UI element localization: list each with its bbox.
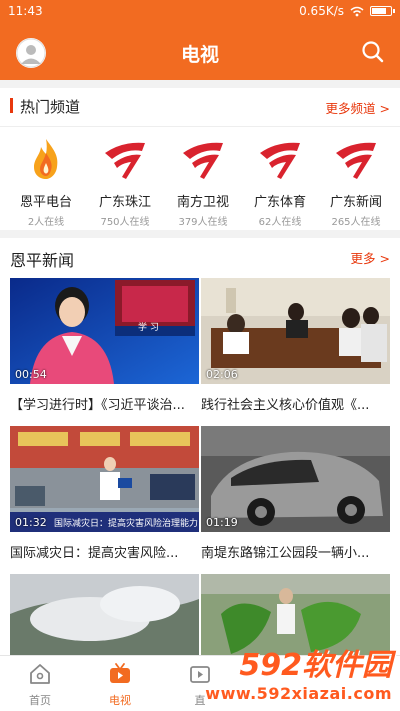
search-icon <box>362 41 384 63</box>
video-thumbnail: 02:06 <box>201 278 390 384</box>
news-card[interactable]: 01:19 南堤东路锦江公园段一辆小... <box>201 426 390 561</box>
channel-viewers: 265人在线 <box>331 217 381 228</box>
battery-icon <box>370 6 395 16</box>
channel-item[interactable]: 南方卫视 379人在线 <box>165 137 241 228</box>
live-icon <box>190 666 210 683</box>
thumb-caption: 学 习 <box>138 323 159 333</box>
thumb-caption: 国际减灾日：提高灾害风险治理能力 <box>54 519 199 529</box>
gdtv-logo-icon <box>183 142 223 179</box>
tab-live[interactable]: 直 <box>160 662 240 708</box>
channel-name: 恩平电台 <box>19 195 72 210</box>
channel-name: 南方卫视 <box>176 195 229 210</box>
channel-name: 广东珠江 <box>98 195 151 210</box>
tv-icon <box>110 663 130 683</box>
bottom-tab-bar: 首页 电视 直 <box>0 655 400 711</box>
news-headline: 【学习进行时】《习近平谈治... <box>10 398 185 413</box>
news-section-title: 恩平新闻 <box>10 251 75 270</box>
tab-label: 直 <box>194 694 206 707</box>
video-thumbnail: 01:19 <box>201 426 390 532</box>
channel-viewers: 62人在线 <box>258 217 302 228</box>
channel-viewers: 379人在线 <box>178 217 228 228</box>
channel-list: 恩平电台 2人在线 广东珠江 750人在线 南方卫视 379人在线 广东体育 6… <box>0 126 400 230</box>
tab-tv[interactable]: 电视 <box>80 662 160 708</box>
channel-name: 广东新闻 <box>329 195 382 210</box>
wifi-icon <box>350 6 364 16</box>
hot-channels-title: 热门频道 <box>20 98 81 116</box>
video-duration: 00:54 <box>15 368 47 381</box>
video-duration: 01:19 <box>206 516 238 529</box>
channel-item[interactable]: 恩平电台 2人在线 <box>8 137 84 228</box>
channel-item[interactable]: 广东珠江 750人在线 <box>87 137 163 228</box>
gdtv-logo-icon <box>105 142 145 179</box>
video-thumbnail: 学 习 00:54 <box>10 278 199 384</box>
tab-home[interactable]: 首页 <box>0 662 80 708</box>
flame-logo-icon <box>34 139 58 179</box>
channel-name: 广东体育 <box>253 195 306 210</box>
channel-viewers: 750人在线 <box>100 217 150 228</box>
news-card[interactable]: 02:06 践行社会主义核心价值观《... <box>201 278 390 413</box>
channel-viewers: 2人在线 <box>27 217 65 228</box>
app-header: 电视 <box>0 24 400 80</box>
gdtv-logo-icon <box>260 142 300 179</box>
news-headline: 国际减灾日：提高灾害风险... <box>10 546 179 561</box>
video-duration: 02:06 <box>206 368 238 381</box>
channel-item[interactable]: 广东体育 62人在线 <box>242 137 318 228</box>
search-button[interactable] <box>360 39 386 65</box>
network-speed: 0.65K/s <box>299 4 344 18</box>
section-divider <box>0 230 400 238</box>
status-time: 11:43 <box>8 4 43 18</box>
status-bar: 11:43 0.65K/s <box>0 0 400 24</box>
tab-label: 电视 <box>109 694 131 707</box>
tab-label: 首页 <box>29 694 51 707</box>
home-icon <box>30 664 50 684</box>
hot-channels-header: 热门频道 更多频道 > <box>0 90 400 120</box>
news-card[interactable]: 国际减灾日：提高灾害风险治理能力 01:32 国际减灾日：提高灾害风险... <box>10 426 199 561</box>
channel-item[interactable]: 广东新闻 265人在线 <box>318 137 394 228</box>
video-duration: 01:32 <box>15 516 47 529</box>
news-headline: 南堤东路锦江公园段一辆小... <box>201 546 370 561</box>
section-marker <box>10 98 13 113</box>
news-card[interactable]: 学 习 00:54 【学习进行时】《习近平谈治... <box>10 278 199 413</box>
more-news-link[interactable]: 更多 > <box>351 248 390 267</box>
section-divider <box>0 80 400 88</box>
gdtv-logo-icon <box>336 142 376 179</box>
news-headline: 践行社会主义核心价值观《... <box>201 398 370 413</box>
video-thumbnail: 国际减灾日：提高灾害风险治理能力 01:32 <box>10 426 199 532</box>
page-title: 电视 <box>180 44 219 66</box>
more-channels-link[interactable]: 更多频道 > <box>326 98 390 117</box>
